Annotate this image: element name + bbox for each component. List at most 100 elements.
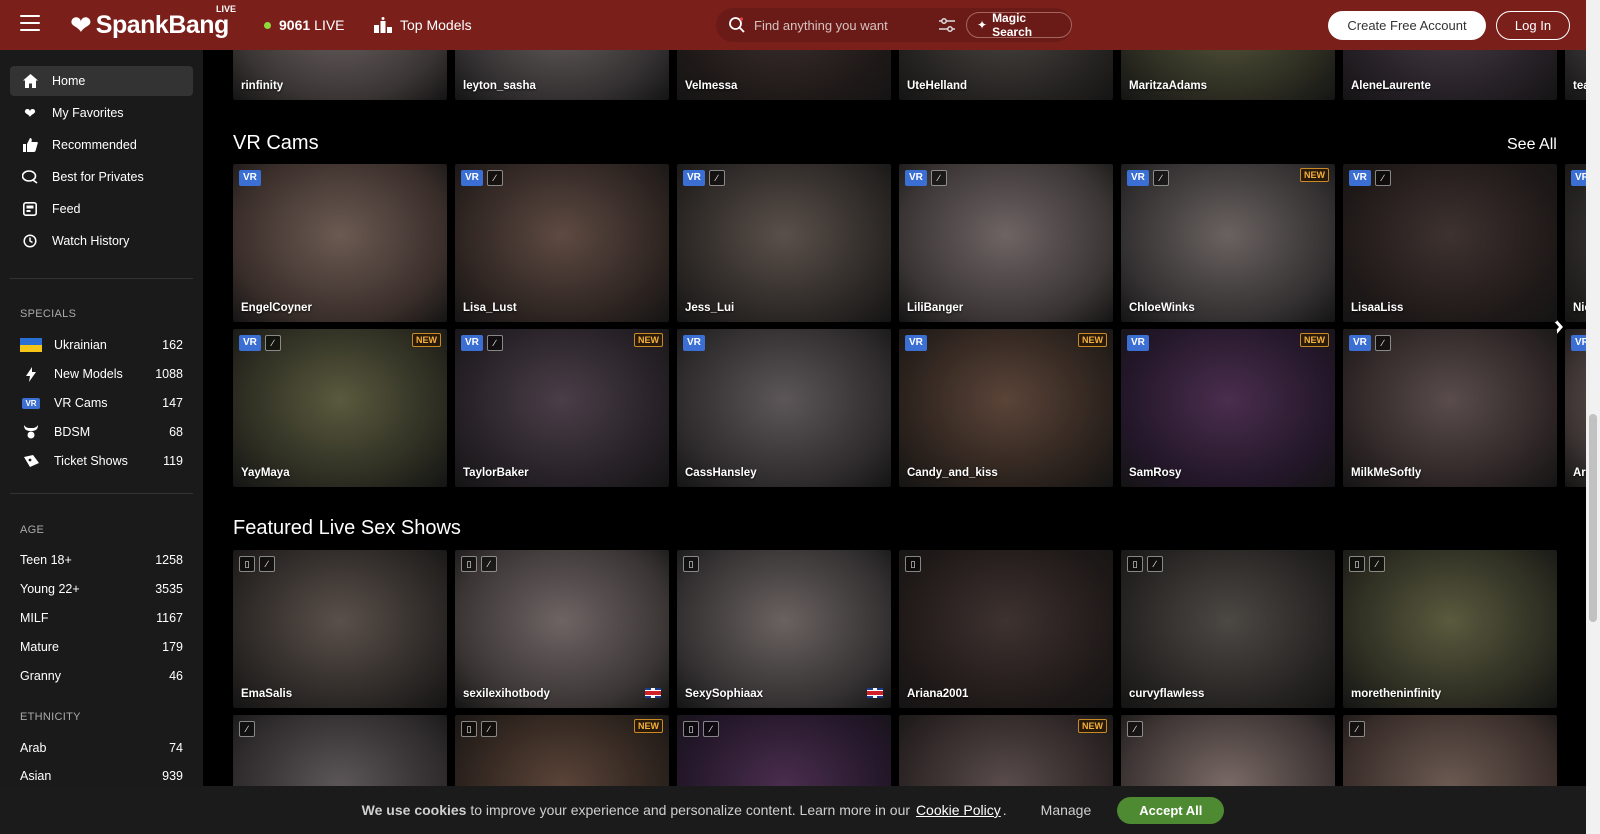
sidebar-item-home[interactable]: Home bbox=[10, 66, 193, 96]
tile-badges: VR ∕ bbox=[239, 335, 281, 351]
sidebar-item-count: 68 bbox=[169, 425, 183, 439]
sidebar-item-granny[interactable]: Granny 46 bbox=[20, 664, 183, 688]
model-tile[interactable]: VR Ari bbox=[1565, 329, 1586, 487]
thumbnail bbox=[233, 329, 447, 487]
sidebar-item-label: New Models bbox=[54, 367, 123, 381]
model-name: Jess_Lui bbox=[685, 302, 735, 314]
model-tile[interactable]: leyton_sasha bbox=[455, 50, 669, 100]
menu-icon[interactable] bbox=[20, 15, 40, 33]
model-tile[interactable]: rinfinity bbox=[233, 50, 447, 100]
sidebar-item-asian[interactable]: Asian 939 bbox=[20, 764, 183, 788]
accept-cookies-button[interactable]: Accept All bbox=[1117, 796, 1225, 824]
live-dot-icon bbox=[264, 21, 271, 29]
model-tile[interactable]: VR NEW SamRosy bbox=[1121, 329, 1335, 487]
thumbnail bbox=[899, 329, 1113, 487]
model-tile[interactable]: tea bbox=[1565, 50, 1586, 100]
vr-badge: VR bbox=[1127, 335, 1149, 351]
model-tile[interactable]: VR ∕ MilkMeSoftly bbox=[1343, 329, 1557, 487]
sidebar-item-label: Teen 18+ bbox=[20, 553, 72, 567]
sidebar: Home ❤ My Favorites Recommended Best for… bbox=[0, 50, 203, 834]
sidebar-item-new-models[interactable]: New Models 1088 bbox=[20, 362, 183, 386]
search-input[interactable] bbox=[754, 17, 944, 33]
model-tile[interactable]: ▯ SexySophiaax bbox=[677, 550, 891, 708]
magic-search-button[interactable]: ✦ Magic Search bbox=[966, 11, 1072, 39]
model-name: SexySophiaax bbox=[685, 688, 763, 700]
model-name: Velmessa bbox=[685, 80, 738, 92]
model-tile[interactable]: ▯ ∕ EmaSalis bbox=[233, 550, 447, 708]
tile-badges: ▯ bbox=[683, 556, 699, 572]
site-logo[interactable]: ❤ SpankBang LIVE bbox=[70, 4, 236, 42]
model-tile[interactable]: UteHelland bbox=[899, 50, 1113, 100]
sidebar-item-feed[interactable]: Feed bbox=[10, 194, 193, 224]
sidebar-item-bdsm[interactable]: BDSM 68 bbox=[20, 420, 183, 444]
tile-badges: ▯ ∕ bbox=[683, 721, 719, 737]
sidebar-item-label: Arab bbox=[20, 741, 47, 755]
model-tile[interactable]: AleneLaurente bbox=[1343, 50, 1557, 100]
model-tile[interactable]: VR ∕ Lisa_Lust bbox=[455, 164, 669, 322]
mobile-live-icon: ∕ bbox=[486, 335, 503, 351]
page-scrollbar[interactable] bbox=[1586, 0, 1600, 834]
thumbnail bbox=[455, 164, 669, 322]
top-models-link[interactable]: Top Models bbox=[374, 17, 472, 33]
model-tile[interactable]: VR CassHansley bbox=[677, 329, 891, 487]
tile-badges: VR ∕ bbox=[461, 335, 503, 351]
mobile-live-icon: ∕ bbox=[486, 170, 503, 186]
main-content: VR Cams See All Featured Live Sex Shows … bbox=[203, 50, 1586, 834]
live-count[interactable]: 9061 LIVE bbox=[264, 17, 345, 33]
model-tile[interactable]: ▯ ∕ curvyflawless bbox=[1121, 550, 1335, 708]
model-name: rinfinity bbox=[241, 80, 284, 92]
sidebar-item-ukrainian[interactable]: Ukrainian 162 bbox=[20, 333, 183, 357]
model-tile[interactable]: ▯ ∕ moretheninfinity bbox=[1343, 550, 1557, 708]
sidebar-item-label: Young 22+ bbox=[20, 582, 80, 596]
manage-cookies-button[interactable]: Manage bbox=[1041, 802, 1092, 818]
vr-badge: VR bbox=[1127, 170, 1149, 186]
see-all-link[interactable]: See All bbox=[1507, 136, 1557, 154]
model-tile[interactable]: MaritzaAdams bbox=[1121, 50, 1335, 100]
thumbnail bbox=[455, 550, 669, 708]
model-tile[interactable]: VR ∕ LiliBanger bbox=[899, 164, 1113, 322]
phone-icon: ▯ bbox=[461, 721, 477, 737]
model-tile[interactable]: ▯ ∕ sexilexihotbody bbox=[455, 550, 669, 708]
scrollbar-thumb[interactable] bbox=[1589, 414, 1597, 622]
sidebar-item-teen[interactable]: Teen 18+ 1258 bbox=[20, 548, 183, 572]
cookie-text-bold: We use bbox=[361, 802, 411, 818]
model-tile[interactable]: Velmessa bbox=[677, 50, 891, 100]
sidebar-item-ticket-shows[interactable]: Ticket Shows 119 bbox=[20, 449, 183, 473]
sidebar-item-recommended[interactable]: Recommended bbox=[10, 130, 193, 160]
login-button[interactable]: Log In bbox=[1496, 11, 1570, 40]
model-tile[interactable]: VR ∕ NEW TaylorBaker bbox=[455, 329, 669, 487]
sidebar-item-vr-cams[interactable]: VR VR Cams 147 bbox=[20, 391, 183, 415]
model-tile[interactable]: VR EngelCoyner bbox=[233, 164, 447, 322]
sidebar-item-milf[interactable]: MILF 1167 bbox=[20, 606, 183, 630]
model-tile[interactable]: VR ∕ NEW YayMaya bbox=[233, 329, 447, 487]
sidebar-item-label: Ticket Shows bbox=[54, 454, 128, 468]
create-account-button[interactable]: Create Free Account bbox=[1328, 11, 1486, 40]
model-tile[interactable]: VR ∕ NEW ChloeWinks bbox=[1121, 164, 1335, 322]
model-name: LiliBanger bbox=[907, 302, 964, 314]
filter-icon[interactable] bbox=[938, 16, 956, 34]
model-name: sexilexihotbody bbox=[463, 688, 550, 700]
vr-icon: VR bbox=[20, 395, 42, 411]
sidebar-item-mature[interactable]: Mature 179 bbox=[20, 635, 183, 659]
model-tile[interactable]: VR NEW Candy_and_kiss bbox=[899, 329, 1113, 487]
model-name: SamRosy bbox=[1129, 467, 1182, 479]
vr-badge: VR bbox=[1349, 335, 1371, 351]
mobile-live-icon: ∕ bbox=[930, 170, 947, 186]
mobile-live-icon: ∕ bbox=[708, 170, 725, 186]
sidebar-item-label: Mature bbox=[20, 640, 59, 654]
tile-badges: VR ∕ bbox=[905, 170, 947, 186]
model-tile[interactable]: VR Nic bbox=[1565, 164, 1586, 322]
sidebar-item-best-privates[interactable]: Best for Privates bbox=[10, 162, 193, 192]
sidebar-item-young[interactable]: Young 22+ 3535 bbox=[20, 577, 183, 601]
tile-badges: ▯ ∕ bbox=[461, 721, 497, 737]
uk-flag-icon bbox=[645, 688, 661, 698]
cookie-policy-link[interactable]: Cookie Policy bbox=[916, 802, 1001, 818]
model-tile[interactable]: VR ∕ Jess_Lui bbox=[677, 164, 891, 322]
sidebar-item-count: 119 bbox=[163, 454, 183, 468]
sidebar-item-watch-history[interactable]: Watch History bbox=[10, 226, 193, 256]
sidebar-item-favorites[interactable]: ❤ My Favorites bbox=[10, 98, 193, 128]
model-name: Ari bbox=[1573, 467, 1586, 479]
model-tile[interactable]: VR ∕ LisaaLiss bbox=[1343, 164, 1557, 322]
sidebar-item-arab[interactable]: Arab 74 bbox=[20, 736, 183, 760]
model-tile[interactable]: ▯ Ariana2001 bbox=[899, 550, 1113, 708]
